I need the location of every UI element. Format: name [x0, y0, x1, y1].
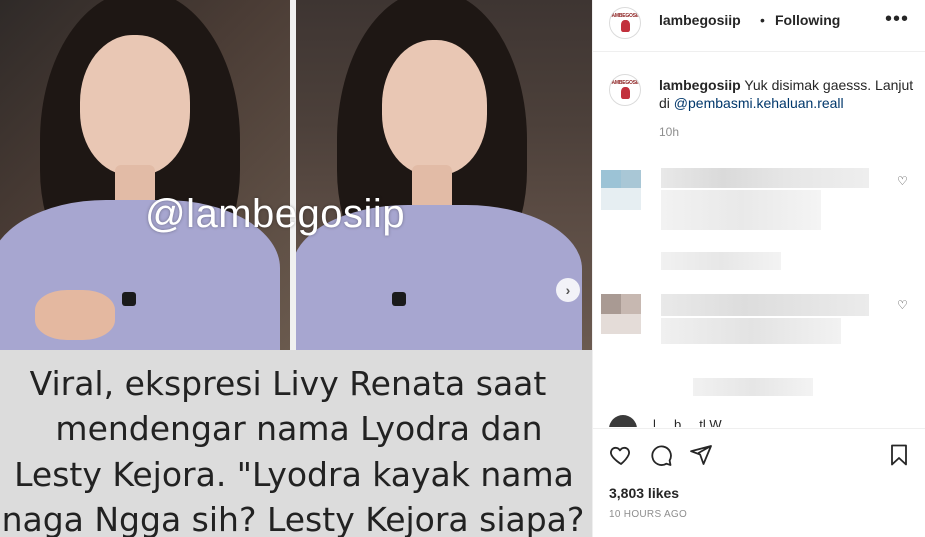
bookmark-icon[interactable]	[887, 443, 911, 467]
comment-icon[interactable]	[649, 443, 673, 467]
photo-right	[292, 0, 592, 350]
blurred-avatar	[601, 188, 641, 210]
post-header: LAMBEGOSIIP lambegosiip • Following •••	[593, 0, 925, 52]
next-slide-button[interactable]: ›	[556, 278, 580, 302]
image-caption-line: naga Ngga sih? Lesty Kejora siapa?	[1, 500, 585, 537]
post-actions: 3,803 likes 10 HOURS AGO	[593, 428, 925, 537]
account-logo-icon: LAMBEGOSIIP	[610, 10, 640, 36]
blurred-comment-meta	[693, 378, 813, 396]
blurred-comment-meta	[661, 252, 781, 270]
share-icon[interactable]	[689, 443, 713, 467]
avatar[interactable]: LAMBEGOSIIP	[609, 7, 641, 39]
following-button[interactable]: Following	[775, 12, 840, 28]
photo-left	[0, 0, 292, 350]
post-media[interactable]: @lambegosiip › Viral, ekspresi Livy Rena…	[0, 0, 592, 537]
image-caption-line: Viral, ekspresi Livy Renata saat	[29, 364, 547, 403]
more-options-icon[interactable]: •••	[885, 8, 909, 31]
heart-icon[interactable]: ♡	[897, 298, 908, 312]
avatar[interactable]	[609, 415, 637, 427]
caption-mention[interactable]: @pembasmi.kehaluan.reall	[674, 95, 844, 111]
caption-avatar[interactable]: LAMBEGOSIIP	[609, 74, 641, 106]
caption-username[interactable]: lambegosiip	[659, 77, 741, 93]
separator-dot: •	[760, 12, 765, 28]
watermark: @lambegosiip	[145, 192, 406, 236]
account-logo-icon: LAMBEGOSIIP	[610, 77, 640, 103]
header-username[interactable]: lambegosiip	[659, 12, 741, 28]
image-caption-line: Lesty Kejora. "Lyodra kayak nama	[14, 455, 574, 494]
comment-item-truncated: l ... b ... tl W ...	[609, 413, 909, 427]
blurred-avatar	[601, 170, 621, 188]
image-caption-line: mendengar nama Lyodra dan	[55, 409, 543, 448]
post-timestamp[interactable]: 10 HOURS AGO	[609, 509, 687, 520]
comment-text: l ... b ... tl W ...	[653, 417, 737, 427]
chevron-right-icon: ›	[565, 282, 571, 298]
image-caption-box: Viral, ekspresi Livy Renata saat mendeng…	[0, 350, 592, 537]
blurred-avatar	[621, 294, 641, 314]
blurred-avatar	[601, 294, 621, 314]
likes-count[interactable]: 3,803 likes	[609, 485, 679, 501]
photo-divider	[290, 0, 296, 350]
caption-timestamp[interactable]: 10h	[659, 125, 679, 139]
heart-icon[interactable]	[609, 443, 633, 467]
blurred-comment-text	[661, 168, 869, 188]
blurred-avatar	[601, 314, 641, 334]
heart-icon[interactable]: ♡	[897, 174, 908, 188]
blurred-comment-text	[661, 190, 821, 230]
post-side-panel: LAMBEGOSIIP lambegosiip • Following ••• …	[592, 0, 925, 537]
post-caption: lambegosiip Yuk disimak gaesss. Lanjut d…	[659, 76, 915, 112]
blurred-comment-text	[661, 294, 869, 316]
instagram-post: @lambegosiip › Viral, ekspresi Livy Rena…	[0, 0, 925, 537]
photo-collage	[0, 0, 592, 350]
blurred-comment-text	[661, 318, 841, 344]
blurred-avatar	[621, 170, 641, 188]
